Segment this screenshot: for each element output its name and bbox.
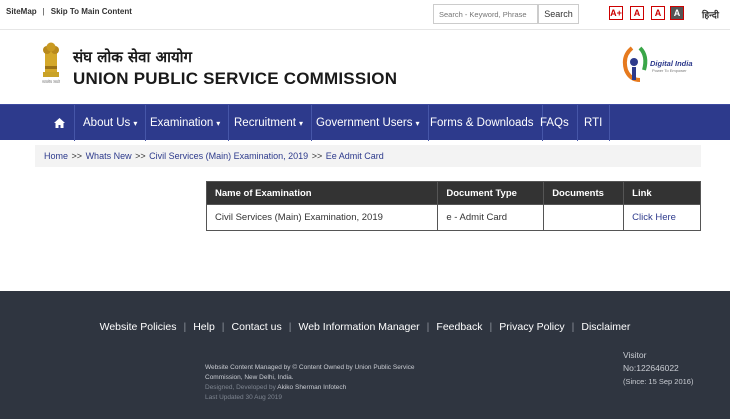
search-input[interactable]: [433, 4, 538, 24]
visitor-since: (Since: 15 Sep 2016): [623, 377, 694, 386]
table-row: Civil Services (Main) Examination, 2019 …: [205, 204, 701, 231]
cell-doc-type: e - Admit Card: [437, 204, 545, 231]
column-header-documents: Documents: [543, 181, 625, 205]
designer-link[interactable]: Akiko Sherman Infotech: [277, 384, 346, 391]
column-header-doc-type: Document Type: [437, 181, 545, 205]
nav-rti[interactable]: RTI: [576, 105, 610, 141]
footer-separator: |: [288, 321, 292, 333]
emblem-caption: सत्यमेव जयते: [42, 79, 61, 84]
search-button[interactable]: Search: [538, 4, 579, 24]
breadcrumb-separator: >>: [311, 151, 323, 161]
font-normal-button[interactable]: A: [630, 6, 644, 20]
site-title-hindi: संघ लोक सेवा आयोग: [73, 48, 192, 66]
nav-government-users[interactable]: Government Users ▾: [308, 105, 429, 141]
visitor-counter: Visitor No:122646022 (Since: 15 Sep 2016…: [623, 349, 693, 388]
nav-recruitment[interactable]: Recruitment ▾: [226, 105, 313, 141]
footer-link-disclaimer[interactable]: Disclaimer: [581, 321, 630, 333]
national-emblem-icon: सत्यमेव जयते: [42, 42, 61, 84]
footer-separator: |: [221, 321, 225, 333]
footer-info: Website Content Managed by © Content Own…: [205, 363, 415, 403]
cell-exam-name: Civil Services (Main) Examination, 2019: [205, 204, 439, 231]
footer-separator: |: [426, 321, 430, 333]
cell-documents: [543, 204, 625, 231]
nav-home[interactable]: [44, 105, 74, 141]
column-header-name: Name of Examination: [205, 181, 439, 205]
footer-link-website-policies[interactable]: Website Policies: [100, 321, 177, 333]
hindi-language-link[interactable]: हिन्दी: [702, 8, 719, 21]
footer-link-help[interactable]: Help: [193, 321, 215, 333]
click-here-link[interactable]: Click Here: [623, 204, 701, 231]
separator: |: [42, 7, 45, 16]
breadcrumb-whats-new[interactable]: Whats New: [86, 151, 132, 161]
nav-label: About Us: [83, 117, 131, 129]
footer-link-contact-us[interactable]: Contact us: [232, 321, 282, 333]
nav-label: RTI: [584, 117, 603, 129]
nav-label: Examination: [150, 117, 214, 129]
nav-forms-downloads[interactable]: Forms & Downloads: [422, 105, 543, 141]
footer-link-privacy-policy[interactable]: Privacy Policy: [499, 321, 564, 333]
footer-info-line: Website Content Managed by © Content Own…: [205, 364, 415, 371]
chevron-down-icon: ▾: [299, 119, 304, 128]
breadcrumb-separator: >>: [135, 151, 146, 161]
footer-last-updated: Last Updated 30 Aug 2019: [205, 394, 282, 401]
digital-india-text: Digital India: [650, 59, 693, 68]
site-footer: Website Policies | Help | Contact us | Web Inf…: [0, 291, 730, 419]
breadcrumb-exam[interactable]: Civil Services (Main) Examination, 2019: [149, 151, 308, 161]
nav-examination[interactable]: Examination ▾: [142, 105, 230, 141]
nav-about-us[interactable]: About Us ▾: [74, 105, 147, 141]
main-navigation: About Us ▾ Examination ▾ Recruitment ▾ Gove…: [0, 104, 730, 141]
font-increase-button[interactable]: A+: [609, 6, 623, 20]
footer-separator: |: [489, 321, 493, 333]
table-header-row: Name of Examination Document Type Docume…: [205, 181, 701, 205]
footer-separator: |: [571, 321, 575, 333]
top-utility-bar: SiteMap | Skip To Main Content Search A+ A…: [0, 0, 730, 30]
footer-separator: |: [183, 321, 187, 333]
footer-links: Website Policies | Help | Contact us | Web Inf…: [0, 321, 730, 333]
column-header-link: Link: [623, 181, 701, 205]
footer-info-line: Commission, New Delhi, India.: [205, 374, 294, 381]
font-contrast-button[interactable]: A: [651, 6, 665, 20]
footer-designed-by: Designed, Developed by Akiko Sherman Inf…: [205, 383, 415, 393]
chevron-down-icon: ▾: [216, 119, 221, 128]
site-header: सत्यमेव जयते संघ लोक सेवा आयोग UNION PUB…: [0, 30, 730, 104]
breadcrumb: Home >> Whats New >> Civil Services (Mai…: [35, 145, 701, 167]
nav-label: Government Users: [316, 117, 413, 129]
visitor-label: Visitor: [623, 350, 647, 360]
footer-link-feedback[interactable]: Feedback: [436, 321, 482, 333]
nav-faqs[interactable]: FAQs: [532, 105, 578, 141]
footer-link-web-info-manager[interactable]: Web Information Manager: [298, 321, 419, 333]
digital-india-logo[interactable]: Digital India Power To Empower: [618, 40, 696, 86]
chevron-down-icon: ▾: [133, 119, 138, 128]
designed-label: Designed, Developed by: [205, 384, 276, 391]
nav-label: FAQs: [540, 117, 569, 129]
breadcrumb-home[interactable]: Home: [44, 151, 68, 161]
digital-india-tagline: Power To Empower: [652, 68, 687, 73]
home-icon: [53, 117, 65, 128]
breadcrumb-current: Ee Admit Card: [325, 151, 384, 161]
examination-table: Name of Examination Document Type Docume…: [205, 181, 701, 231]
breadcrumb-separator: >>: [71, 151, 83, 161]
nav-label: Forms & Downloads: [430, 117, 534, 129]
visitor-count: No:122646022: [623, 363, 679, 373]
font-dark-button[interactable]: A: [670, 6, 684, 20]
sitemap-link[interactable]: SiteMap: [6, 7, 37, 16]
top-links: SiteMap | Skip To Main Content: [6, 7, 132, 16]
chevron-down-icon: ▾: [415, 119, 420, 128]
skip-to-main-link[interactable]: Skip To Main Content: [51, 7, 132, 16]
site-title-english: UNION PUBLIC SERVICE COMMISSION: [73, 69, 398, 88]
nav-label: Recruitment: [234, 117, 296, 129]
